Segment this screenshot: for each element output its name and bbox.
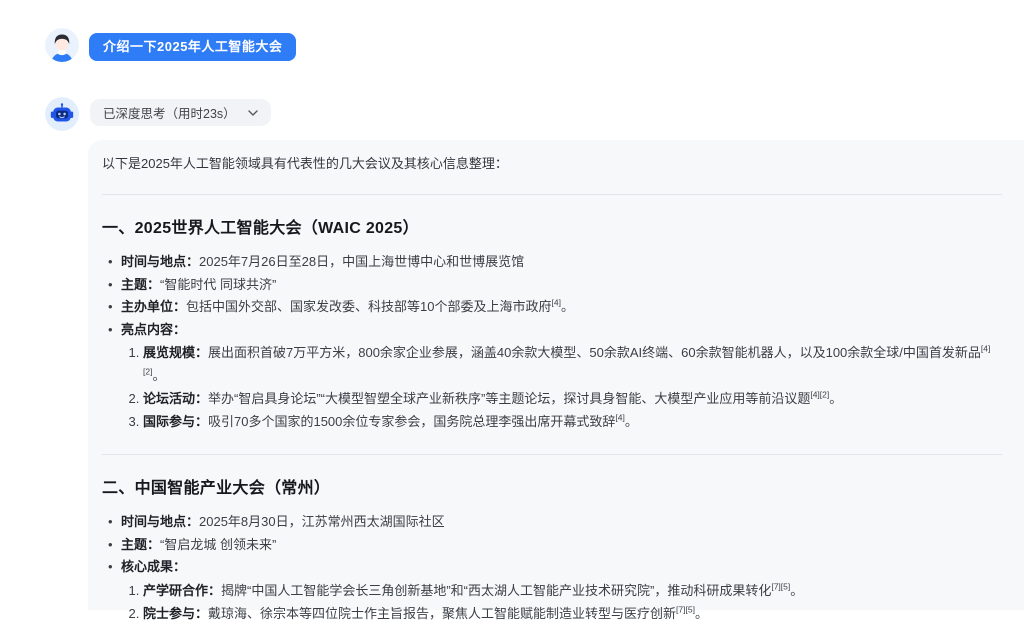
numbered-list: 展览规模：展出面积首破7万平方米，800余家企业参展，涵盖40余款大模型、50余… xyxy=(121,341,1002,433)
item-text: 举办“智启具身论坛”“大模型智塑全球产业新秩序”等主题论坛，探讨具身智能、大模型… xyxy=(208,391,810,406)
assistant-message-row: 已深度思考（用时23s） xyxy=(45,97,271,131)
numbered-item: 论坛活动：举办“智启具身论坛”“大模型智塑全球产业新秩序”等主题论坛，探讨具身智… xyxy=(143,387,1002,410)
item-text: 2025年7月26日至28日，中国上海世博中心和世博展览馆 xyxy=(199,254,524,269)
sections-container: 一、2025世界人工智能大会（WAIC 2025） 时间与地点：2025年7月2… xyxy=(102,194,1002,625)
item-text: 揭牌“中国人工智能学会长三角创新基地”和“西太湖人工智能产业技术研究院”，推动科… xyxy=(221,583,771,598)
item-label: 展览规模： xyxy=(143,345,208,360)
assistant-response-card: 以下是2025年人工智能领域具有代表性的几大会议及其核心信息整理： 一、2025… xyxy=(88,140,1024,610)
assistant-avatar xyxy=(45,97,79,131)
numbered-item: 展览规模：展出面积首破7万平方米，800余家企业参展，涵盖40余款大模型、50余… xyxy=(143,341,1002,387)
item-tail: 。 xyxy=(625,414,638,429)
section-title: 一、2025世界人工智能大会（WAIC 2025） xyxy=(102,214,1002,238)
item-text: 包括中国外交部、国家发改委、科技部等10个部委及上海市政府 xyxy=(186,299,551,314)
user-message-bubble: 介绍一下2025年人工智能大会 xyxy=(89,33,296,61)
item-text: 戴琼海、徐宗本等四位院士作主旨报告，聚焦人工智能赋能制造业转型与医疗创新 xyxy=(208,606,676,621)
item-tail: 。 xyxy=(829,391,842,406)
user-message-row: 介绍一下2025年人工智能大会 xyxy=(45,28,296,62)
list-item: 核心成果： 产学研合作：揭牌“中国人工智能学会长三角创新基地”和“西太湖人工智能… xyxy=(121,556,1002,625)
item-label: 论坛活动： xyxy=(143,391,208,406)
citation-link[interactable]: [7] xyxy=(771,581,780,591)
item-label: 主办单位： xyxy=(121,299,186,314)
item-label: 主题： xyxy=(121,277,160,292)
item-text: “智能时代 同球共济” xyxy=(160,277,276,292)
item-label: 时间与地点： xyxy=(121,254,199,269)
item-text: 2025年8月30日，江苏常州西太湖国际社区 xyxy=(199,514,445,529)
numbered-item: 院士参与：戴琼海、徐宗本等四位院士作主旨报告，聚焦人工智能赋能制造业转型与医疗创… xyxy=(143,602,1002,625)
item-label: 院士参与： xyxy=(143,606,208,621)
item-text: “智启龙城 创领未来” xyxy=(160,537,276,552)
list-item: 主办单位：包括中国外交部、国家发改委、科技部等10个部委及上海市政府[4]。 xyxy=(121,296,1002,319)
item-label: 时间与地点： xyxy=(121,514,199,529)
conference-section: 一、2025世界人工智能大会（WAIC 2025） 时间与地点：2025年7月2… xyxy=(102,194,1002,433)
item-label: 产学研合作： xyxy=(143,583,221,598)
section-divider xyxy=(102,194,1002,195)
bullet-list: 时间与地点：2025年7月26日至28日，中国上海世博中心和世博展览馆 主题：“… xyxy=(102,251,1002,433)
item-citations: [7][5] xyxy=(676,606,695,621)
item-citations: [4][2] xyxy=(810,391,829,406)
robot-icon xyxy=(45,97,79,131)
section-title: 二、中国智能产业大会（常州） xyxy=(102,474,1002,498)
item-label: 主题： xyxy=(121,537,160,552)
chevron-down-icon xyxy=(248,110,258,116)
list-item: 时间与地点：2025年7月26日至28日，中国上海世博中心和世博展览馆 xyxy=(121,251,1002,274)
list-item: 亮点内容： 展览规模：展出面积首破7万平方米，800余家企业参展，涵盖40余款大… xyxy=(121,319,1002,434)
item-label: 国际参与： xyxy=(143,414,208,429)
bullet-list: 时间与地点：2025年8月30日，江苏常州西太湖国际社区 主题：“智启龙城 创领… xyxy=(102,511,1002,625)
citation-link[interactable]: [4] xyxy=(551,298,560,308)
item-text: 展出面积首破7万平方米，800余家企业参展，涵盖40余款大模型、50余款AI终端… xyxy=(208,345,981,360)
numbered-list: 产学研合作：揭牌“中国人工智能学会长三角创新基地”和“西太湖人工智能产业技术研究… xyxy=(121,579,1002,625)
thinking-toggle[interactable]: 已深度思考（用时23s） xyxy=(90,99,271,126)
item-citations: [4] xyxy=(615,414,624,429)
list-item: 主题：“智能时代 同球共济” xyxy=(121,274,1002,297)
response-intro: 以下是2025年人工智能领域具有代表性的几大会议及其核心信息整理： xyxy=(102,155,1002,173)
item-tail: 。 xyxy=(695,606,708,621)
section-divider xyxy=(102,454,1002,455)
item-tail: 。 xyxy=(561,299,574,314)
item-citations: [4] xyxy=(551,299,560,314)
numbered-item: 国际参与：吸引70多个国家的1500余位专家参会，国务院总理李强出席开幕式致辞[… xyxy=(143,410,1002,433)
citation-link[interactable]: [7] xyxy=(676,604,685,614)
thinking-toggle-label: 已深度思考（用时23s） xyxy=(103,103,236,122)
citation-link[interactable]: [4] xyxy=(615,413,624,423)
citation-link[interactable]: [5] xyxy=(685,604,694,614)
item-text: 吸引70多个国家的1500余位专家参会，国务院总理李强出席开幕式致辞 xyxy=(208,414,615,429)
item-tail: 。 xyxy=(790,583,803,598)
citation-link[interactable]: [5] xyxy=(781,581,790,591)
item-tail: 。 xyxy=(152,368,165,383)
citation-link[interactable]: [2] xyxy=(820,390,829,400)
user-avatar xyxy=(45,28,79,62)
conference-section: 二、中国智能产业大会（常州） 时间与地点：2025年8月30日，江苏常州西太湖国… xyxy=(102,454,1002,625)
person-icon xyxy=(45,28,79,62)
citation-link[interactable]: [4] xyxy=(981,344,990,354)
item-citations: [7][5] xyxy=(771,583,790,598)
citation-link[interactable]: [4] xyxy=(810,390,819,400)
item-label: 核心成果： xyxy=(121,559,186,574)
list-item: 主题：“智启龙城 创领未来” xyxy=(121,534,1002,557)
numbered-item: 产学研合作：揭牌“中国人工智能学会长三角创新基地”和“西太湖人工智能产业技术研究… xyxy=(143,579,1002,602)
list-item: 时间与地点：2025年8月30日，江苏常州西太湖国际社区 xyxy=(121,511,1002,534)
item-label: 亮点内容： xyxy=(121,322,186,337)
